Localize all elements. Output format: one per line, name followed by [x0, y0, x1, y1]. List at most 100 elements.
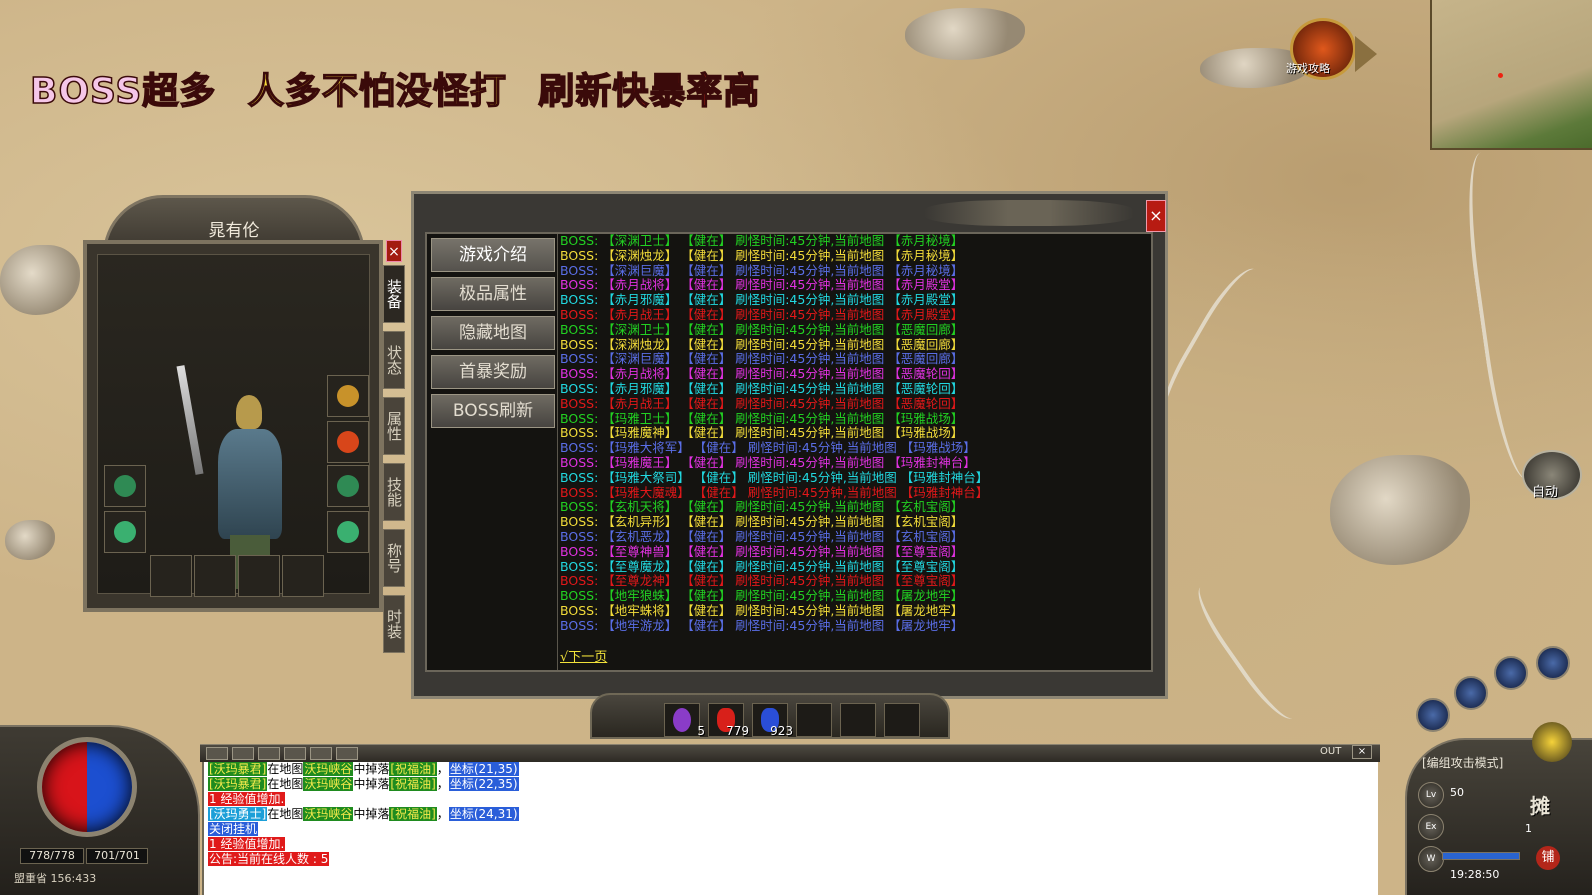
experience-value: 1 — [1525, 822, 1532, 835]
chat-fragment: 中掉落 — [353, 777, 390, 791]
chat-fragment: 1 经验值增加. — [208, 792, 286, 806]
tab-titles[interactable]: 称号 — [383, 529, 405, 587]
boss-row: BOSS: 【深渊巨魔】 【健在】 刷怪时间:45分钟,当前地图 【赤月秘境】 — [560, 262, 964, 278]
banner-part-3: 刷新快暴率高 — [538, 70, 761, 113]
divider — [557, 234, 558, 670]
tab-status[interactable]: 状态 — [383, 331, 405, 389]
character-name: 晁有伦 — [208, 221, 260, 241]
banner-part-1: BOSS超多 — [29, 70, 217, 113]
skill-button-3[interactable] — [1494, 656, 1528, 690]
skill-button-2[interactable] — [1454, 676, 1488, 710]
chat-fragment: [沃玛暴君] — [208, 777, 268, 791]
chat-line: [沃玛暴君]在地图沃玛峡谷中掉落[祝福油]，坐标(21,35) — [204, 762, 1378, 777]
chat-line: [沃玛暴君]在地图沃玛峡谷中掉落[祝福油]，坐标(22,35) — [204, 777, 1378, 792]
boss-row: BOSS: 【玄机天将】 【健在】 刷怪时间:45分钟,当前地图 【玄机宝阁】 — [560, 499, 964, 515]
boss-row: BOSS: 【赤月邪魔】 【健在】 刷怪时间:45分钟,当前地图 【赤月殿堂】 — [560, 292, 964, 308]
chat-settings-icon[interactable] — [336, 747, 358, 760]
shop-button[interactable]: 铺 — [1536, 846, 1560, 870]
skill-button-4[interactable] — [1536, 646, 1570, 680]
belt-count: 779 — [726, 724, 749, 738]
clock: 19:28:50 — [1450, 868, 1500, 881]
belt-slot-6[interactable] — [884, 703, 920, 737]
equip-slot-ring-left[interactable] — [104, 511, 146, 553]
ring-icon — [337, 521, 359, 543]
ring-icon — [114, 521, 136, 543]
boss-row: BOSS: 【玄机恶龙】 【健在】 刷怪时间:45分钟,当前地图 【玄机宝阁】 — [560, 528, 964, 544]
weight-bar — [1442, 852, 1520, 860]
chat-fragment: 沃玛峡谷 — [303, 807, 354, 821]
chat-log[interactable]: [沃玛暴君]在地图沃玛峡谷中掉落[祝福油]，坐标(21,35) [沃玛暴君]在地图… — [202, 762, 1378, 895]
dragon-ornament-icon — [924, 200, 1134, 226]
belt-slot-3[interactable]: 923 — [752, 703, 793, 738]
equip-slot-bracelet-left[interactable] — [104, 465, 146, 507]
stall-button[interactable]: 摊 — [1530, 790, 1550, 819]
character-tabs: 装备 状态 属性 技能 称号 时装 — [383, 265, 405, 661]
boss-row: BOSS: 【赤月战将】 【健在】 刷怪时间:45分钟,当前地图 【赤月殿堂】 — [560, 277, 964, 293]
day-night-icon — [1532, 722, 1572, 762]
expand-arrow-icon[interactable] — [1355, 36, 1377, 72]
boss-row: BOSS: 【深渊巨魔】 【健在】 刷怪时间:45分钟,当前地图 【恶魔回廊】 — [560, 351, 964, 367]
equip-slot-bracelet-right[interactable] — [327, 465, 369, 507]
menu-game-intro[interactable]: 游戏介绍 — [431, 238, 555, 272]
next-page-link[interactable]: √下一页 — [560, 646, 607, 665]
chat-channel-icon[interactable] — [258, 747, 280, 760]
close-icon[interactable]: × — [386, 240, 402, 262]
attack-mode[interactable]: [编组攻击模式] — [1422, 754, 1503, 771]
location-coords: 盟重省 156:433 — [14, 872, 97, 885]
chat-guild-icon[interactable] — [310, 747, 332, 760]
hp-value: 778/778 — [20, 848, 84, 864]
belt-slot-4[interactable] — [796, 703, 832, 737]
tab-equipment[interactable]: 装备 — [383, 265, 405, 323]
tab-attributes[interactable]: 属性 — [383, 397, 405, 455]
minimap[interactable] — [1430, 0, 1592, 150]
equip-slot-gem[interactable] — [238, 555, 280, 597]
level-icon[interactable]: Lv — [1418, 782, 1444, 808]
boss-row: BOSS: 【玛雅大魔魂】 【健在】 刷怪时间:45分钟,当前地图 【玛雅封神台… — [560, 484, 989, 500]
dead-branch — [1187, 572, 1313, 728]
menu-rare-attributes[interactable]: 极品属性 — [431, 277, 555, 311]
chat-out-button[interactable]: OUT — [1320, 746, 1341, 757]
chat-fragment: 沃玛峡谷 — [303, 777, 354, 791]
close-icon[interactable]: × — [1146, 200, 1166, 232]
equip-slot-boots[interactable] — [194, 555, 236, 597]
hp-mp-orb — [37, 737, 137, 837]
equip-slot-necklace[interactable] — [327, 375, 369, 417]
chat-fragment: 公告:当前在线人数 : 5 — [208, 852, 330, 866]
close-icon[interactable]: × — [1352, 745, 1372, 759]
menu-boss-refresh[interactable]: BOSS刷新 — [431, 394, 555, 428]
boss-row: BOSS: 【至尊龙神】 【健在】 刷怪时间:45分钟,当前地图 【至尊宝阁】 — [560, 573, 964, 589]
experience-icon[interactable]: Ex — [1418, 814, 1444, 840]
weight-icon[interactable]: W — [1418, 846, 1444, 872]
belt-slot-1[interactable]: 5 — [664, 703, 705, 738]
chat-line: 关闭挂机 — [204, 822, 1378, 837]
boss-row: BOSS: 【玛雅魔王】 【健在】 刷怪时间:45分钟,当前地图 【玛雅封神台】 — [560, 454, 976, 470]
belt-slot-2[interactable]: 779 — [708, 703, 749, 738]
chat-fragment: 坐标(22,35) — [448, 777, 519, 791]
tab-fashion[interactable]: 时装 — [383, 595, 405, 653]
chat-group-icon[interactable] — [284, 747, 306, 760]
potion-belt: 5 779 923 — [590, 693, 950, 739]
promo-banner: BOSS超多 人多不怕没怪打 刷新快暴率高 — [29, 62, 778, 114]
banner-part-2: 人多不怕没怪打 — [247, 70, 507, 113]
boss-row: BOSS: 【赤月战王】 【健在】 刷怪时间:45分钟,当前地图 【恶魔轮回】 — [560, 395, 964, 411]
chat-refresh-icon[interactable] — [232, 747, 254, 760]
chat-fragment: 中掉落 — [353, 762, 390, 776]
menu-first-drop-rewards[interactable]: 首暴奖励 — [431, 355, 555, 389]
desert-rock — [905, 8, 1025, 60]
equip-slot-ring-right[interactable] — [327, 511, 369, 553]
skill-button-1[interactable] — [1416, 698, 1450, 732]
menu-hidden-maps[interactable]: 隐藏地图 — [431, 316, 555, 350]
sword-icon — [176, 365, 204, 475]
boss-row: BOSS: 【至尊魔龙】 【健在】 刷怪时间:45分钟,当前地图 【至尊宝阁】 — [560, 558, 964, 574]
chat-scroll-up-icon[interactable] — [206, 747, 228, 760]
equip-slot-medal[interactable] — [327, 421, 369, 463]
equip-slot-belt[interactable] — [150, 555, 192, 597]
tab-skills[interactable]: 技能 — [383, 463, 405, 521]
mp-value: 701/701 — [86, 848, 148, 864]
character-panel: 晁有伦 × 装备 状态 属性 技能 称号 时装 — [83, 195, 405, 653]
chat-fragment: ， — [436, 807, 449, 821]
belt-slot-5[interactable] — [840, 703, 876, 737]
level-value: 50 — [1450, 786, 1464, 799]
equip-slot-charm[interactable] — [282, 555, 324, 597]
armor-icon — [218, 429, 282, 539]
